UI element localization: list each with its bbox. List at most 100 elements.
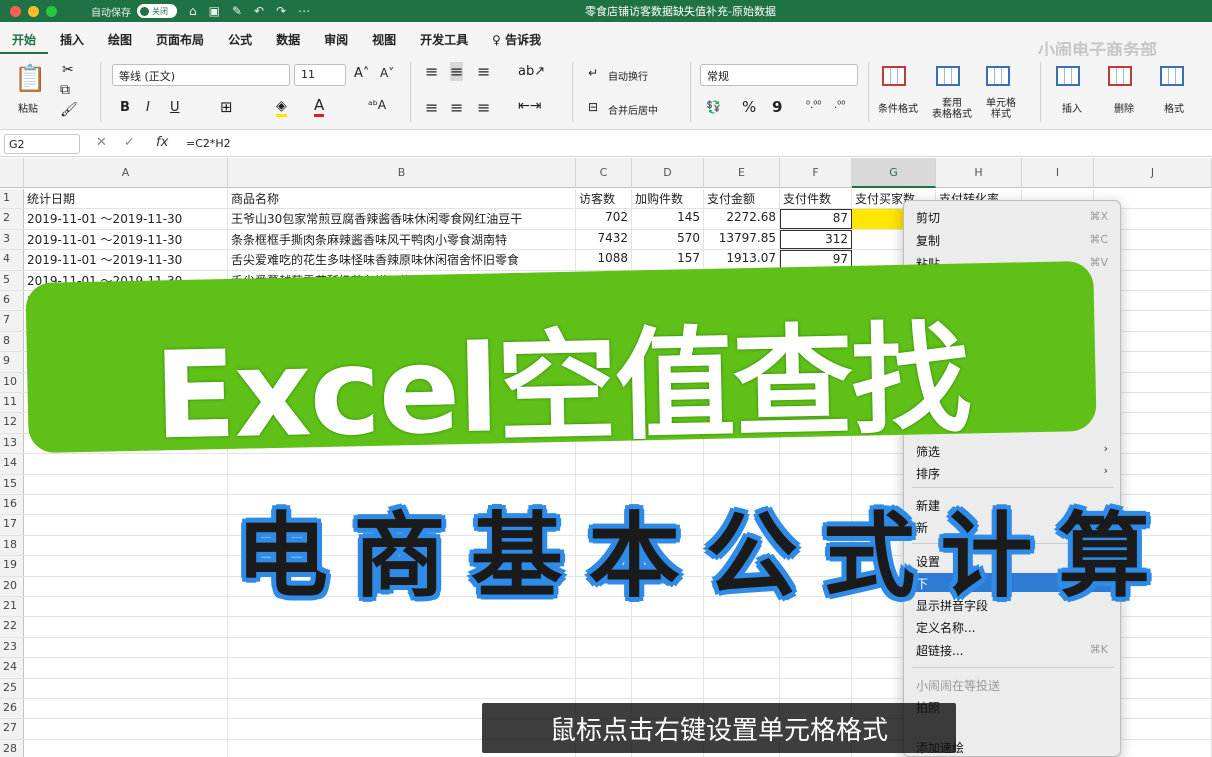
- tab-review[interactable]: 审阅: [312, 31, 360, 48]
- cell-styles-label[interactable]: 单元格 样式: [986, 98, 1016, 120]
- cell-a23[interactable]: [24, 637, 228, 658]
- row-header[interactable]: 1: [0, 189, 24, 209]
- format-cells-label[interactable]: 格式: [1164, 100, 1184, 115]
- tab-view[interactable]: 视图: [360, 31, 408, 48]
- cell-e14[interactable]: [704, 454, 780, 474]
- font-color-icon[interactable]: A: [314, 96, 325, 117]
- delete-cells-label[interactable]: 删除: [1114, 100, 1134, 115]
- indent-icon[interactable]: ⇤⇥: [518, 98, 541, 114]
- cell-c14[interactable]: [576, 454, 632, 474]
- row-header[interactable]: 26: [0, 699, 24, 719]
- cell-e25[interactable]: [704, 678, 780, 698]
- row-header[interactable]: 5: [0, 270, 24, 290]
- format-cells-icon[interactable]: [1160, 66, 1184, 86]
- cell-d24[interactable]: [632, 658, 704, 678]
- tab-data[interactable]: 数据: [264, 31, 312, 48]
- cell-a3[interactable]: 2019-11-01 ～2019-11-30: [24, 229, 228, 250]
- cell-a16[interactable]: [24, 495, 228, 515]
- tab-page-layout[interactable]: 页面布局: [144, 31, 216, 48]
- tab-home[interactable]: 开始: [0, 31, 49, 54]
- wrap-text-icon[interactable]: ↵: [588, 66, 598, 80]
- insert-cells-icon[interactable]: [1056, 66, 1080, 86]
- cell-c3[interactable]: 7432: [576, 229, 632, 250]
- tab-developer[interactable]: 开发工具: [408, 31, 480, 48]
- cell-c22[interactable]: [576, 617, 632, 637]
- align-right-icon[interactable]: ≡: [477, 98, 490, 117]
- column-header-c[interactable]: C: [576, 158, 632, 188]
- align-middle-icon[interactable]: ≡: [450, 62, 464, 81]
- cell-e23[interactable]: [704, 637, 780, 658]
- conditional-format-label[interactable]: 条件格式: [878, 100, 918, 115]
- borders-icon[interactable]: ⊞: [220, 98, 233, 116]
- number-format-select[interactable]: 常规: [700, 64, 858, 86]
- cell-f3[interactable]: 312: [780, 229, 852, 250]
- menu-item-copy[interactable]: 复制: [916, 232, 940, 249]
- tab-formulas[interactable]: 公式: [216, 31, 264, 48]
- home-icon[interactable]: ⌂: [189, 4, 197, 18]
- edit-icon[interactable]: ✎: [232, 4, 242, 18]
- cell-c25[interactable]: [576, 678, 632, 698]
- cancel-formula-icon[interactable]: ✕: [96, 135, 107, 150]
- cell-d25[interactable]: [632, 678, 704, 698]
- row-header[interactable]: 15: [0, 474, 24, 494]
- cell-c1[interactable]: 访客数: [576, 189, 632, 209]
- cell-a21[interactable]: [24, 597, 228, 617]
- cell-a25[interactable]: [24, 678, 228, 698]
- decrease-font-icon[interactable]: A˅: [380, 66, 394, 80]
- row-header[interactable]: 11: [0, 393, 24, 413]
- align-bottom-icon[interactable]: ≡: [477, 62, 490, 81]
- align-center-icon[interactable]: ≡: [450, 98, 463, 117]
- accept-formula-icon[interactable]: ✓: [124, 135, 135, 150]
- cell-e24[interactable]: [704, 658, 780, 678]
- cell-d3[interactable]: 570: [632, 229, 704, 250]
- merge-icon[interactable]: ⊟: [588, 100, 598, 114]
- autosave-toggle[interactable]: 关闭: [137, 4, 177, 18]
- cell-a28[interactable]: [24, 739, 228, 757]
- phonetic-icon[interactable]: ᵃᵇA: [368, 98, 386, 112]
- row-header[interactable]: 3: [0, 229, 24, 250]
- column-header-e[interactable]: E: [704, 158, 780, 188]
- menu-item-filter[interactable]: 筛选: [916, 443, 940, 460]
- row-header[interactable]: 20: [0, 576, 24, 596]
- formula-input[interactable]: =C2*H2: [186, 137, 231, 150]
- menu-item-hyperlink[interactable]: 超链接...: [916, 642, 963, 659]
- redo-icon[interactable]: ↷: [276, 4, 286, 18]
- cell-c24[interactable]: [576, 658, 632, 678]
- orientation-icon[interactable]: ab↗: [518, 64, 545, 79]
- select-all-corner[interactable]: [0, 158, 24, 188]
- cell-styles-icon[interactable]: [986, 66, 1010, 86]
- paste-icon[interactable]: 📋: [14, 64, 46, 94]
- row-header[interactable]: 9: [0, 352, 24, 372]
- row-header[interactable]: 2: [0, 209, 24, 229]
- cell-f23[interactable]: [780, 637, 852, 658]
- row-header[interactable]: 23: [0, 637, 24, 658]
- row-header[interactable]: 21: [0, 597, 24, 617]
- cell-b14[interactable]: [228, 454, 576, 474]
- percent-button[interactable]: %: [742, 98, 756, 116]
- cell-e22[interactable]: [704, 617, 780, 637]
- font-size-select[interactable]: 11: [294, 64, 346, 86]
- column-header-i[interactable]: I: [1022, 158, 1094, 188]
- cell-a24[interactable]: [24, 658, 228, 678]
- cell-a27[interactable]: [24, 719, 228, 739]
- cell-b1[interactable]: 商品名称: [228, 189, 576, 209]
- cell-a26[interactable]: [24, 699, 228, 719]
- row-header[interactable]: 16: [0, 495, 24, 515]
- cell-c23[interactable]: [576, 637, 632, 658]
- align-left-icon[interactable]: ≡: [425, 98, 438, 117]
- menu-item-sort[interactable]: 排序: [916, 465, 940, 482]
- row-header[interactable]: 14: [0, 454, 24, 474]
- cell-d2[interactable]: 145: [632, 209, 704, 229]
- underline-button[interactable]: U: [170, 100, 180, 115]
- cell-b4[interactable]: 舌尖爱难吃的花生多味怪味香辣原味休闲宿舍怀旧零食: [228, 250, 576, 270]
- cell-a19[interactable]: [24, 556, 228, 576]
- cell-a4[interactable]: 2019-11-01 ～2019-11-30: [24, 250, 228, 270]
- cell-b25[interactable]: [228, 678, 576, 698]
- cell-f22[interactable]: [780, 617, 852, 637]
- cell-f25[interactable]: [780, 678, 852, 698]
- cell-a22[interactable]: [24, 617, 228, 637]
- row-header[interactable]: 8: [0, 331, 24, 352]
- cut-icon[interactable]: ✂: [62, 62, 74, 78]
- currency-icon[interactable]: 💱: [706, 100, 721, 114]
- column-header-d[interactable]: D: [632, 158, 704, 188]
